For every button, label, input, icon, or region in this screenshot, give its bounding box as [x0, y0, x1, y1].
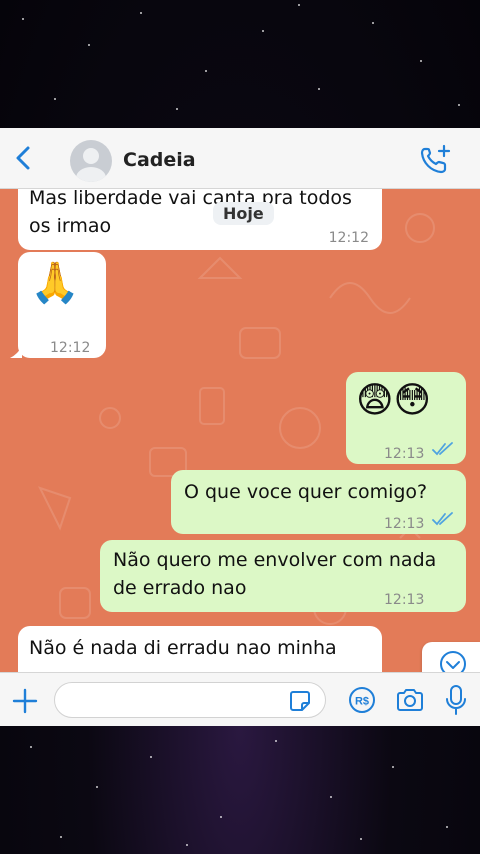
- message-composer: R$: [0, 672, 480, 726]
- message-text-line: Mas liberdade vai canta pra todos: [29, 188, 352, 209]
- message-bubble[interactable]: 😨😳 12:13: [346, 372, 466, 464]
- message-text-line: Não é nada di erradu nao minha: [29, 637, 337, 659]
- default-avatar-icon: [76, 148, 106, 182]
- message-text-line: Não quero me envolver com nada: [113, 549, 437, 571]
- message-bubble[interactable]: 🙏 12:12: [18, 252, 106, 358]
- bubble-tail: [10, 346, 22, 358]
- chevron-left-icon[interactable]: [10, 142, 38, 174]
- sticker-icon[interactable]: [288, 689, 312, 713]
- read-ticks-icon: [432, 442, 453, 456]
- praying-hands-emoji: 🙏: [30, 260, 80, 306]
- message-input[interactable]: [54, 682, 326, 718]
- chat-screen: Cadeia Mas liberdade vai canta pra todos…: [0, 128, 480, 726]
- message-bubble[interactable]: Mas liberdade vai canta pra todos os irm…: [18, 188, 382, 250]
- message-time: 12:12: [328, 230, 369, 246]
- camera-icon[interactable]: [395, 686, 425, 714]
- read-ticks-icon: [432, 512, 453, 526]
- chat-header: Cadeia: [0, 128, 480, 189]
- message-text-line: os irmao: [29, 215, 112, 237]
- avatar[interactable]: [70, 140, 112, 182]
- message-text-line: de errado nao: [113, 577, 247, 599]
- pix-icon[interactable]: R$: [348, 686, 376, 714]
- message-bubble[interactable]: Não é nada di erradu nao minha: [18, 626, 382, 672]
- message-bubble[interactable]: Não quero me envolver com nada de errado…: [100, 540, 466, 612]
- phone-plus-icon[interactable]: [418, 144, 452, 176]
- chevron-down-circle-icon: [440, 651, 466, 672]
- message-time: 12:13: [384, 592, 425, 608]
- message-time: 12:12: [50, 340, 91, 356]
- starfield-bottom: [0, 726, 480, 854]
- plus-icon[interactable]: [10, 686, 40, 716]
- contact-name[interactable]: Cadeia: [123, 149, 196, 171]
- message-time: 12:13: [384, 446, 425, 462]
- emoji-message: 😨😳: [356, 380, 432, 421]
- date-chip: Hoje: [213, 202, 274, 225]
- message-bubble[interactable]: O que voce quer comigo? 12:13: [171, 470, 466, 534]
- message-list[interactable]: Mas liberdade vai canta pra todos os irm…: [0, 188, 480, 672]
- microphone-icon[interactable]: [444, 684, 468, 716]
- message-text: O que voce quer comigo?: [184, 481, 428, 503]
- svg-text:R$: R$: [355, 696, 369, 708]
- starfield-top: [0, 0, 480, 128]
- scroll-to-bottom-button[interactable]: [422, 642, 480, 672]
- message-time: 12:13: [384, 516, 425, 532]
